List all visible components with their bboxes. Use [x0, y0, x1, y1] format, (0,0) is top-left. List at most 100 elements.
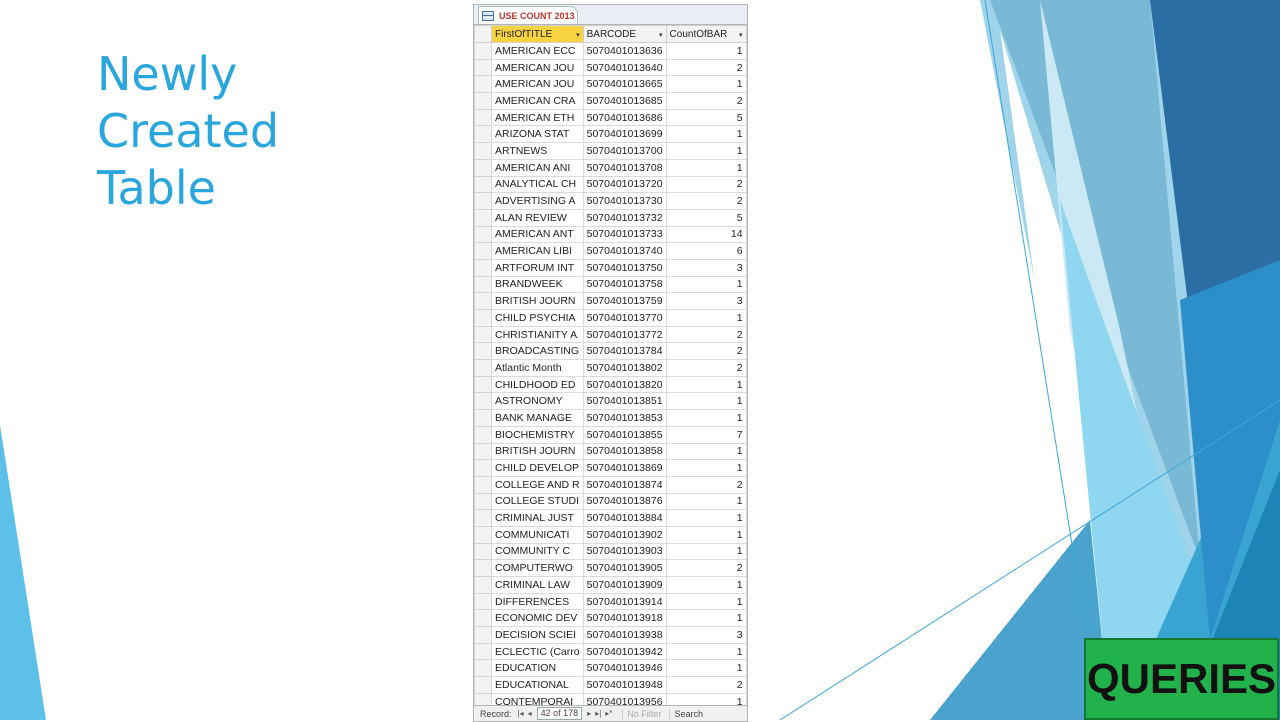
title-cell[interactable]: BIOCHEMISTRY: [491, 425, 584, 444]
last-record-icon[interactable]: ▸|: [595, 709, 601, 718]
count-cell[interactable]: 2: [665, 359, 747, 377]
title-cell[interactable]: AMERICAN CRA: [491, 92, 584, 110]
title-cell[interactable]: COLLEGE AND R: [491, 475, 584, 494]
table-row[interactable]: AMERICAN ETH 5070401013686 5: [474, 108, 747, 127]
barcode-cell[interactable]: 5070401013685: [582, 92, 667, 110]
column-header-countofbar[interactable]: CountOfBAR ▾: [665, 25, 747, 43]
table-row[interactable]: CRIMINAL LAW 5070401013909 1: [474, 576, 747, 594]
row-selector[interactable]: [474, 58, 492, 77]
title-cell[interactable]: AMERICAN ANT: [491, 225, 584, 244]
row-selector[interactable]: [474, 309, 492, 327]
barcode-cell[interactable]: 5070401013869: [582, 459, 667, 477]
title-cell[interactable]: CRIMINAL LAW: [491, 576, 584, 594]
row-selector[interactable]: [474, 342, 492, 361]
row-selector[interactable]: [474, 158, 492, 177]
row-selector[interactable]: [474, 609, 492, 628]
count-cell[interactable]: 1: [665, 409, 747, 427]
table-row[interactable]: EDUCATION 5070401013946 1: [474, 659, 747, 678]
count-cell[interactable]: 2: [665, 58, 747, 77]
barcode-cell[interactable]: 5070401013909: [582, 576, 667, 594]
barcode-cell[interactable]: 5070401013700: [582, 142, 667, 160]
count-cell[interactable]: 7: [665, 425, 747, 444]
count-cell[interactable]: 1: [665, 492, 747, 511]
title-cell[interactable]: ECLECTIC (Carro: [491, 642, 584, 661]
row-selector[interactable]: [474, 576, 492, 594]
barcode-cell[interactable]: 5070401013876: [582, 492, 667, 511]
row-selector[interactable]: [474, 392, 492, 411]
count-cell[interactable]: 1: [665, 592, 747, 611]
table-row[interactable]: CHILD DEVELOP 5070401013869 1: [474, 459, 747, 477]
table-row[interactable]: ALAN REVIEW 5070401013732 5: [474, 208, 747, 227]
barcode-cell[interactable]: 5070401013759: [582, 292, 667, 310]
barcode-cell[interactable]: 5070401013640: [582, 58, 667, 77]
previous-record-icon[interactable]: ◂: [528, 709, 532, 718]
table-row[interactable]: DECISION SCIEI 5070401013938 3: [474, 626, 747, 644]
barcode-cell[interactable]: 5070401013708: [582, 158, 667, 177]
barcode-cell[interactable]: 5070401013686: [582, 108, 667, 127]
dropdown-arrow-icon[interactable]: ▾: [739, 31, 743, 39]
barcode-cell[interactable]: 5070401013855: [582, 425, 667, 444]
table-row[interactable]: ECLECTIC (Carro 5070401013942 1: [474, 642, 747, 661]
no-filter-button[interactable]: No Filter: [622, 708, 661, 719]
table-row[interactable]: ARTNEWS 5070401013700 1: [474, 142, 747, 160]
row-selector[interactable]: [474, 492, 492, 511]
title-cell[interactable]: AMERICAN LIBI: [491, 242, 584, 260]
count-cell[interactable]: 2: [665, 676, 747, 694]
row-selector[interactable]: [474, 142, 492, 160]
dropdown-arrow-icon[interactable]: ▾: [576, 31, 580, 39]
count-cell[interactable]: 1: [665, 459, 747, 477]
title-cell[interactable]: ANALYTICAL CH: [491, 175, 584, 194]
title-cell[interactable]: ADVERTISING A: [491, 192, 584, 210]
count-cell[interactable]: 2: [665, 559, 747, 577]
count-cell[interactable]: 1: [665, 125, 747, 144]
table-row[interactable]: COMMUNICATI 5070401013902 1: [474, 525, 747, 544]
row-selector[interactable]: [474, 525, 492, 544]
tab-use-count-2013[interactable]: USE COUNT 2013: [478, 6, 578, 24]
count-cell[interactable]: 2: [665, 92, 747, 110]
count-cell[interactable]: 1: [665, 542, 747, 561]
row-selector[interactable]: [474, 542, 492, 561]
table-row[interactable]: COMPUTERWO 5070401013905 2: [474, 559, 747, 577]
table-row[interactable]: BRITISH JOURN 5070401013858 1: [474, 442, 747, 461]
count-cell[interactable]: 1: [665, 525, 747, 544]
table-row[interactable]: ANALYTICAL CH 5070401013720 2: [474, 175, 747, 194]
row-selector[interactable]: [474, 242, 492, 260]
barcode-cell[interactable]: 5070401013942: [582, 642, 667, 661]
row-selector[interactable]: [474, 459, 492, 477]
table-row[interactable]: COMMUNITY C 5070401013903 1: [474, 542, 747, 561]
barcode-cell[interactable]: 5070401013750: [582, 258, 667, 277]
title-cell[interactable]: BRITISH JOURN: [491, 292, 584, 310]
title-cell[interactable]: CRIMINAL JUST: [491, 509, 584, 527]
row-selector[interactable]: [474, 108, 492, 127]
count-cell[interactable]: 1: [665, 509, 747, 527]
title-cell[interactable]: CHILD PSYCHIA: [491, 309, 584, 327]
row-selector[interactable]: [474, 208, 492, 227]
count-cell[interactable]: 3: [665, 626, 747, 644]
row-selector[interactable]: [474, 192, 492, 210]
title-cell[interactable]: ARIZONA STAT: [491, 125, 584, 144]
row-selector[interactable]: [474, 509, 492, 527]
barcode-cell[interactable]: 5070401013740: [582, 242, 667, 260]
count-cell[interactable]: 3: [665, 258, 747, 277]
row-selector[interactable]: [474, 659, 492, 678]
barcode-cell[interactable]: 5070401013820: [582, 375, 667, 394]
barcode-cell[interactable]: 5070401013858: [582, 442, 667, 461]
row-selector[interactable]: [474, 75, 492, 94]
barcode-cell[interactable]: 5070401013903: [582, 542, 667, 561]
table-row[interactable]: BROADCASTING 5070401013784 2: [474, 342, 747, 361]
row-selector[interactable]: [474, 225, 492, 244]
row-selector[interactable]: [474, 559, 492, 577]
count-cell[interactable]: 14: [665, 225, 747, 244]
count-cell[interactable]: 1: [665, 375, 747, 394]
row-selector[interactable]: [474, 359, 492, 377]
count-cell[interactable]: 2: [665, 475, 747, 494]
barcode-cell[interactable]: 5070401013772: [582, 325, 667, 344]
row-selector[interactable]: [474, 325, 492, 344]
barcode-cell[interactable]: 5070401013938: [582, 626, 667, 644]
row-selector[interactable]: [474, 92, 492, 110]
barcode-cell[interactable]: 5070401013914: [582, 592, 667, 611]
table-row[interactable]: ASTRONOMY 5070401013851 1: [474, 392, 747, 411]
table-row[interactable]: COLLEGE AND R 5070401013874 2: [474, 475, 747, 494]
title-cell[interactable]: COMMUNITY C: [491, 542, 584, 561]
title-cell[interactable]: AMERICAN ECC: [491, 42, 584, 60]
